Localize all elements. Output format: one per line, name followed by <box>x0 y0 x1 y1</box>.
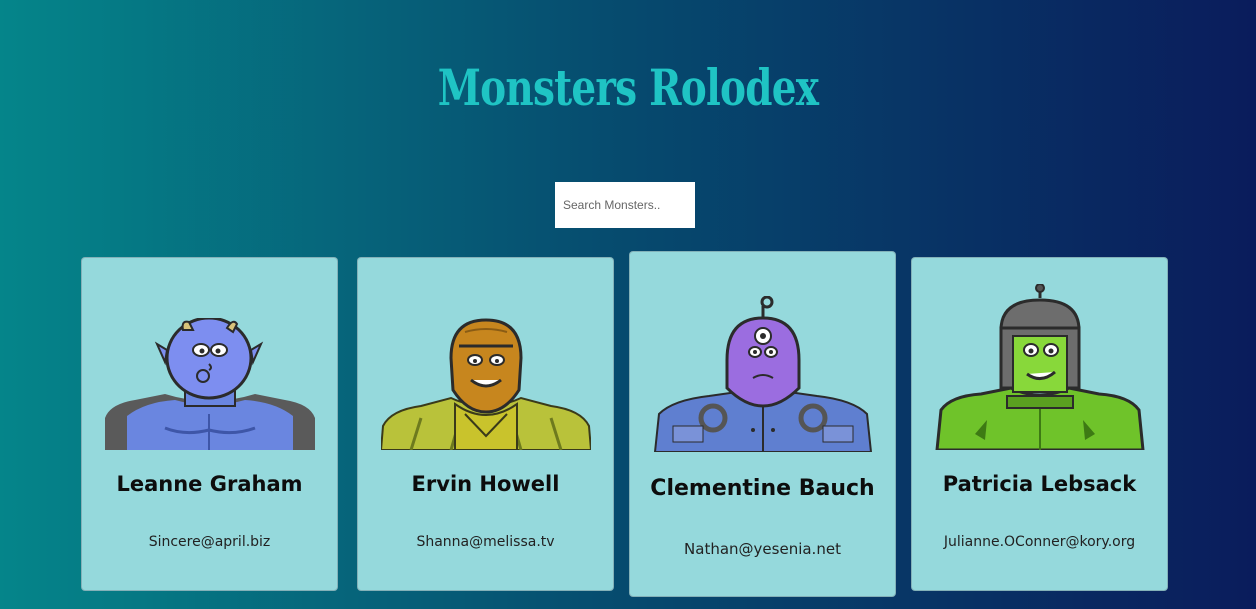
search-container <box>555 182 695 228</box>
monster-card[interactable]: Leanne Graham Sincere@april.biz <box>81 257 338 591</box>
monster-name: Clementine Bauch <box>650 476 875 501</box>
page-title: Monsters Rolodex <box>437 58 819 117</box>
monster-name: Ervin Howell <box>411 472 560 496</box>
monster-email: Sincere@april.biz <box>148 534 271 550</box>
purple-cyclops-monster-icon <box>630 296 895 452</box>
monster-name: Patricia Lebsack <box>942 472 1137 496</box>
monster-email: Nathan@yesenia.net <box>684 540 841 558</box>
app-root: Monsters Rolodex Search Monsters.. Leann… <box>0 0 1256 609</box>
search-input[interactable] <box>555 182 695 228</box>
yellow-monster-icon <box>358 318 613 450</box>
monster-card[interactable]: Patricia Lebsack Julianne.OConner@kory.o… <box>911 257 1168 591</box>
monster-card[interactable]: Ervin Howell Shanna@melissa.tv <box>357 257 614 591</box>
blue-monster-icon <box>82 318 337 450</box>
monster-card[interactable]: Clementine Bauch Nathan@yesenia.net <box>629 251 896 597</box>
green-robot-monster-icon <box>912 284 1167 450</box>
monster-email: Shanna@melissa.tv <box>416 534 555 550</box>
monster-email: Julianne.OConner@kory.org <box>943 534 1136 550</box>
monster-name: Leanne Graham <box>116 472 303 496</box>
